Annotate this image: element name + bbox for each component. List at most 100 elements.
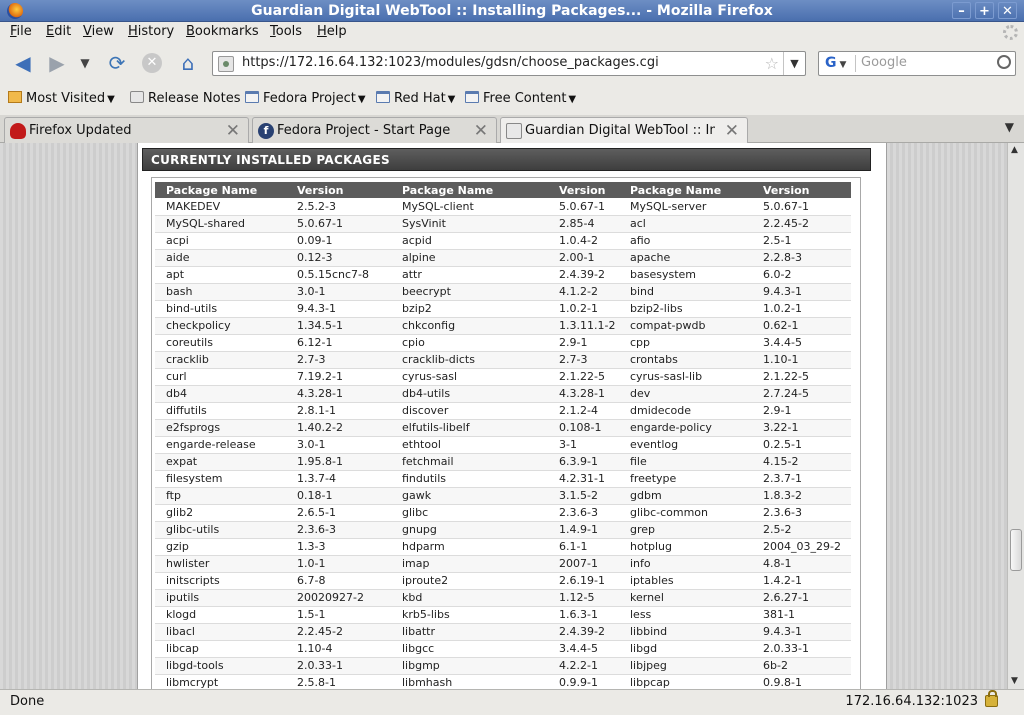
close-tab-icon[interactable]: ✕: [474, 121, 488, 141]
close-tab-icon[interactable]: ✕: [725, 121, 739, 141]
package-name-cell: bash: [155, 283, 286, 301]
column-header: Package Name: [155, 182, 286, 198]
table-row: curl 7.19.2-1 cyrus-sasl 2.1.22-5 cyrus-sasl…: [155, 368, 851, 386]
table-row: expat 1.95.8-1 fetchmail 6.3.9-1 file 4.15-2: [155, 453, 851, 471]
package-name-cell: MAKEDEV: [155, 198, 286, 216]
package-version-cell: 2.3.6-3: [752, 504, 851, 522]
package-name-cell: cpp: [619, 334, 752, 352]
close-window-button[interactable]: ✕: [998, 2, 1017, 19]
package-version-cell: 2.1.22-5: [752, 368, 851, 386]
menu-edit[interactable]: Edit: [46, 24, 71, 39]
package-version-cell: 1.40.2-2: [286, 419, 391, 437]
package-version-cell: 0.18-1: [286, 487, 391, 505]
menu-view[interactable]: View: [83, 24, 114, 39]
search-input[interactable]: [861, 55, 991, 70]
scroll-up-arrow-icon[interactable]: ▲: [1011, 145, 1018, 155]
bookmark-free-content[interactable]: Free Content ▼: [465, 91, 576, 106]
close-tab-icon[interactable]: ✕: [226, 121, 240, 141]
package-name-cell: apache: [619, 249, 752, 267]
package-name-cell: cyrus-sasl: [391, 368, 548, 386]
package-version-cell: 2.5.2-3: [286, 198, 391, 216]
package-version-cell: 4.2.31-1: [548, 470, 619, 488]
package-name-cell: SysVinit: [391, 215, 548, 233]
tab-fedora-start-page[interactable]: f Fedora Project - Start Page ✕: [252, 117, 497, 143]
tab-list-chevron-icon[interactable]: ▼: [1005, 120, 1014, 134]
package-name-cell: acpid: [391, 232, 548, 250]
menu-history[interactable]: History: [128, 24, 174, 39]
package-version-cell: 2.00-1: [548, 249, 619, 267]
reload-icon[interactable]: ⟳: [104, 51, 130, 75]
forward-arrow-icon[interactable]: ▶: [44, 51, 70, 75]
menu-tools[interactable]: Tools: [270, 24, 302, 39]
installed-packages-table: Package Name Version Package Name Versio…: [155, 182, 851, 689]
bookmark-star-icon[interactable]: ☆: [765, 54, 779, 73]
package-name-cell: fetchmail: [391, 453, 548, 471]
tab-guardian-webtool[interactable]: Guardian Digital WebTool :: In... ✕: [500, 117, 748, 144]
menu-bookmarks[interactable]: Bookmarks: [186, 24, 259, 39]
url-dropdown-icon[interactable]: ▼: [783, 52, 805, 75]
throbber-icon: [1003, 25, 1018, 40]
padlock-icon[interactable]: [985, 690, 998, 707]
package-version-cell: 1.10-4: [286, 640, 391, 658]
site-identity-icon[interactable]: [218, 56, 234, 72]
package-version-cell: 2.7.24-5: [752, 385, 851, 403]
menu-help[interactable]: Help: [317, 24, 347, 39]
table-row: engarde-release 3.0-1 ethtool 3-1 eventlog 0.…: [155, 436, 851, 454]
tab-firefox-updated[interactable]: Firefox Updated ✕: [4, 117, 249, 143]
back-arrow-icon[interactable]: ◀: [10, 51, 36, 75]
package-name-cell: libattr: [391, 623, 548, 641]
search-bar[interactable]: G ▼: [818, 51, 1016, 76]
package-name-cell: db4: [155, 385, 286, 403]
package-name-cell: diffutils: [155, 402, 286, 420]
scrollbar-thumb[interactable]: [1010, 529, 1022, 571]
table-row: gzip 1.3-3 hdparm 6.1-1 hotplug 2004_03_29-2: [155, 538, 851, 556]
package-version-cell: 2.9-1: [752, 402, 851, 420]
bookmark-release-notes[interactable]: Release Notes: [130, 91, 240, 106]
package-name-cell: imap: [391, 555, 548, 573]
package-name-cell: e2fsprogs: [155, 419, 286, 437]
scroll-down-arrow-icon[interactable]: ▼: [1011, 676, 1018, 686]
menu-file[interactable]: File: [10, 24, 32, 39]
package-name-cell: libgd-tools: [155, 657, 286, 675]
table-row: ftp 0.18-1 gawk 3.1.5-2 gdbm 1.8.3-2: [155, 487, 851, 505]
package-version-cell: 3.0-1: [286, 436, 391, 454]
table-row: checkpolicy 1.34.5-1 chkconfig 1.3.11.1-2 co…: [155, 317, 851, 335]
package-name-cell: apt: [155, 266, 286, 284]
package-version-cell: 3.4.4-5: [548, 640, 619, 658]
package-name-cell: iptables: [619, 572, 752, 590]
search-icon[interactable]: [997, 55, 1011, 69]
content-panel: CURRENTLY INSTALLED PACKAGES Package Nam…: [137, 143, 887, 689]
bookmark-red-hat[interactable]: Red Hat ▼: [376, 91, 455, 106]
package-name-cell: MySQL-client: [391, 198, 548, 216]
package-version-cell: 0.9.8-1: [752, 674, 851, 689]
table-row: coreutils 6.12-1 cpio 2.9-1 cpp 3.4.4-5: [155, 334, 851, 352]
window-title: Guardian Digital WebTool :: Installing P…: [251, 3, 773, 19]
package-version-cell: 1.4.9-1: [548, 521, 619, 539]
table-row: aide 0.12-3 alpine 2.00-1 apache 2.2.8-3: [155, 249, 851, 267]
home-icon[interactable]: ⌂: [175, 51, 201, 75]
package-version-cell: 1.0-1: [286, 555, 391, 573]
package-name-cell: grep: [619, 521, 752, 539]
table-row: libcap 1.10-4 libgcc 3.4.4-5 libgd 2.0.33-1: [155, 640, 851, 658]
package-name-cell: libgmp: [391, 657, 548, 675]
package-name-cell: aide: [155, 249, 286, 267]
google-engine-icon[interactable]: G ▼: [822, 55, 856, 72]
address-bar[interactable]: ☆ ▼: [212, 51, 806, 76]
column-header: Version: [286, 182, 391, 198]
package-version-cell: 2.9-1: [548, 334, 619, 352]
history-dropdown-icon[interactable]: ▼: [74, 51, 96, 75]
bookmark-fedora-project[interactable]: Fedora Project ▼: [245, 91, 366, 106]
package-name-cell: acpi: [155, 232, 286, 250]
package-version-cell: 2.5.8-1: [286, 674, 391, 689]
package-name-cell: dev: [619, 385, 752, 403]
url-input[interactable]: [242, 55, 752, 70]
package-version-cell: 0.9.9-1: [548, 674, 619, 689]
stop-icon[interactable]: ✕: [139, 51, 165, 75]
vertical-scrollbar[interactable]: ▲ ▼: [1007, 143, 1024, 689]
maximize-button[interactable]: +: [975, 2, 994, 19]
minimize-button[interactable]: –: [952, 2, 971, 19]
package-version-cell: 2.7-3: [548, 351, 619, 369]
bookmark-most-visited[interactable]: Most Visited ▼: [8, 91, 115, 106]
package-name-cell: cracklib-dicts: [391, 351, 548, 369]
package-version-cell: 4.15-2: [752, 453, 851, 471]
